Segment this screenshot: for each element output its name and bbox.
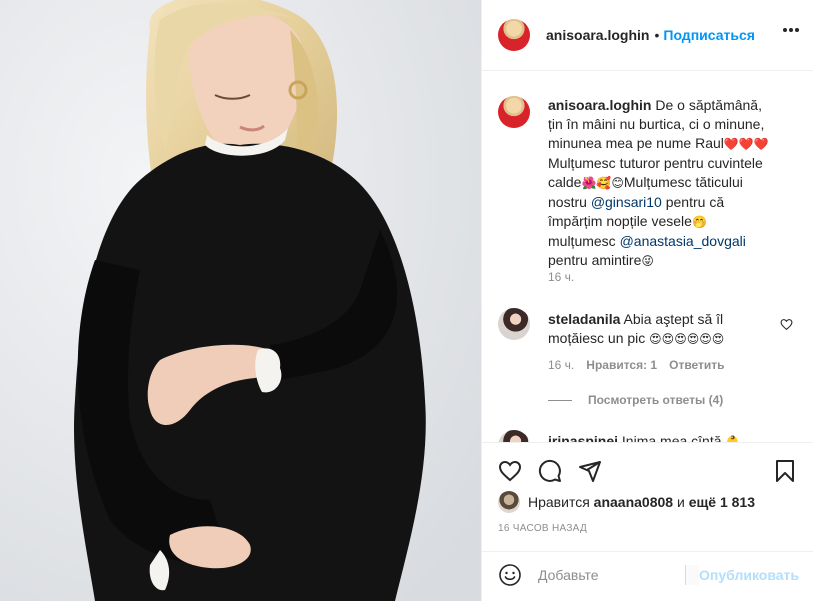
mention-link[interactable]: @ginsari10 [591, 194, 662, 210]
caption-time[interactable]: 16 ч. [548, 270, 574, 284]
more-horizontal-icon[interactable] [783, 28, 799, 32]
post-header: anisoara.loghin • Подписаться [482, 0, 813, 71]
comment-time[interactable]: 16 ч. [548, 358, 574, 372]
follow-button[interactable]: Подписаться [663, 27, 755, 43]
text-caret [685, 565, 699, 585]
likes-prefix: Нравится [528, 494, 590, 510]
commenter-avatar[interactable] [498, 430, 530, 442]
post-side-pane: anisoara.loghin • Подписаться anisoara.l… [481, 0, 813, 601]
likes-summary: Нравится anaana0808 и ещё 1 813 [498, 491, 755, 513]
caption-text: anisoara.loghin De o săptămână, țin în m… [548, 96, 771, 271]
emoji-icon[interactable] [498, 563, 522, 587]
comment-icon[interactable] [538, 459, 562, 483]
caption-line: pentru amintire [548, 252, 642, 268]
author-avatar[interactable] [498, 19, 530, 51]
flower-emoji: 🌺🥰😊 [581, 176, 624, 190]
comment-body: Inima mea cîntă [621, 433, 722, 442]
comment: steladanila Abia aştept să îl moțăiesc u… [498, 308, 797, 378]
post-time-ago[interactable]: 16 ЧАСОВ НАЗАД [498, 523, 587, 534]
comment-text: irinaspinei Inima mea cîntă 👶 [548, 432, 771, 442]
liker-avatar[interactable] [498, 491, 520, 513]
likes-joiner: и [676, 494, 685, 510]
comment-input[interactable]: Добавьте [538, 567, 599, 583]
comment-meta: 16 ч. Нравится: 1 Ответить [548, 358, 725, 372]
comment-like-icon[interactable] [780, 318, 793, 331]
comment-author[interactable]: irinaspinei [548, 433, 618, 442]
comment-likes[interactable]: Нравится: 1 [586, 358, 657, 372]
comment-composer: Добавьте Опубликовать [482, 551, 813, 601]
caption: anisoara.loghin De o săptămână, țin în m… [498, 96, 797, 296]
caption-author[interactable]: anisoara.loghin [548, 97, 651, 113]
bookmark-icon[interactable] [773, 459, 797, 483]
hearts-emoji: ❤️❤️❤️ [723, 137, 769, 151]
share-icon[interactable] [578, 459, 602, 483]
heart-icon[interactable] [498, 459, 522, 483]
reply-button[interactable]: Ответить [669, 358, 724, 372]
divider-line [548, 400, 572, 402]
comment-author[interactable]: steladanila [548, 311, 620, 327]
photo-illustration [0, 0, 481, 601]
liker-username[interactable]: anaana0808 [594, 494, 673, 510]
comments-list[interactable]: anisoara.loghin De o săptămână, țin în m… [482, 72, 813, 442]
post-dialog: anisoara.loghin • Подписаться anisoara.l… [0, 0, 813, 601]
view-replies-label: Посмотреть ответы (4) [588, 393, 724, 407]
publish-button[interactable]: Опубликовать [699, 567, 799, 583]
commenter-avatar[interactable] [498, 308, 530, 340]
caption-avatar[interactable] [498, 96, 530, 128]
mention-link[interactable]: @anastasia_dovgali [620, 233, 746, 249]
comment: irinaspinei Inima mea cîntă 👶 [498, 430, 797, 442]
heart-eyes-emoji: 😍😍😍😍😍😍 [649, 332, 725, 346]
action-bar: Нравится anaana0808 и ещё 1 813 16 ЧАСОВ… [482, 442, 813, 589]
header-separator: • [654, 27, 660, 43]
comment-text: steladanila Abia aştept să îl moțăiesc u… [548, 310, 771, 349]
view-replies-button[interactable]: Посмотреть ответы (4) [548, 393, 723, 407]
post-photo[interactable] [0, 0, 481, 601]
author-username[interactable]: anisoara.loghin [546, 27, 649, 43]
baby-emoji: 👶 [725, 435, 741, 442]
wink-emoji: 😜 [641, 254, 654, 268]
likes-count[interactable]: ещё 1 813 [689, 494, 755, 510]
giggle-emoji: 🤭 [691, 215, 707, 229]
caption-line: mulțumesc [548, 233, 620, 249]
